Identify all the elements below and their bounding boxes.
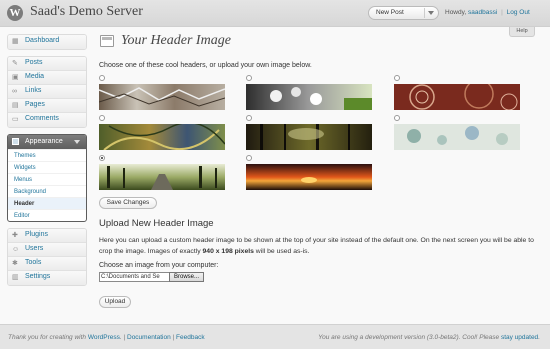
wordpress-logo-icon: W xyxy=(7,5,23,21)
wordpress-link[interactable]: WordPress xyxy=(88,334,120,341)
plug-icon: ✚ xyxy=(12,232,18,239)
footer-thanks: Thank you for creating with xyxy=(8,334,88,341)
wrench-icon: ✱ xyxy=(12,260,18,267)
header-image-fern[interactable] xyxy=(99,124,225,150)
menu-item-posts[interactable]: ✎ Posts xyxy=(8,57,86,71)
appearance-icon xyxy=(12,138,19,145)
page-icon: ▤ xyxy=(12,102,19,109)
user-separator: | xyxy=(501,9,503,16)
header-radio-fern[interactable] xyxy=(99,115,105,121)
menu-item-label: Appearance xyxy=(25,138,63,145)
header-image-berries[interactable] xyxy=(99,84,225,110)
header-page-icon xyxy=(100,35,114,47)
version-suffix: . xyxy=(538,334,540,341)
submenu-item-editor[interactable]: Editor xyxy=(8,209,86,221)
menu-group-settings: ✚ Plugins ☺ Users ✱ Tools ▥ Settings xyxy=(7,228,87,286)
footer-credits: Thank you for creating with WordPress. |… xyxy=(8,334,205,341)
submenu-item-header[interactable]: Header xyxy=(8,197,86,209)
footer-separator: . | xyxy=(119,334,127,341)
comment-icon: ▭ xyxy=(12,116,19,123)
menu-item-users[interactable]: ☺ Users xyxy=(8,243,86,257)
menu-item-plugins[interactable]: ✚ Plugins xyxy=(8,229,86,243)
header-image-sunset[interactable] xyxy=(246,164,372,190)
upload-button[interactable]: Upload xyxy=(99,296,131,308)
submenu-item-menus[interactable]: Menus xyxy=(8,173,86,185)
help-tab[interactable]: Help xyxy=(509,27,535,37)
menu-item-tools[interactable]: ✱ Tools xyxy=(8,257,86,271)
settings-icon: ▥ xyxy=(12,274,19,281)
pin-icon: ✎ xyxy=(12,60,18,67)
menu-item-links[interactable]: ∞ Links xyxy=(8,85,86,99)
submenu-item-themes[interactable]: Themes xyxy=(8,149,86,161)
menu-item-label: Tools xyxy=(25,259,42,266)
header-radio-cherryblossom[interactable] xyxy=(246,75,252,81)
menu-item-comments[interactable]: ▭ Comments xyxy=(8,113,86,127)
logout-link[interactable]: Log Out xyxy=(507,9,530,16)
favorites-label[interactable]: New Post xyxy=(376,9,404,16)
menu-item-label: Dashboard xyxy=(25,37,60,44)
dashboard-icon: ▦ xyxy=(12,38,19,45)
upload-description-end: will be used as-is. xyxy=(253,247,310,255)
header-radio-path[interactable] xyxy=(99,155,105,161)
footer: Thank you for creating with WordPress. |… xyxy=(0,324,550,349)
header-radio-concave[interactable] xyxy=(394,75,400,81)
upload-section-title: Upload New Header Image xyxy=(99,218,214,229)
menu-item-label: Comments xyxy=(25,115,59,122)
upload-description-text: Here you can upload a custom header imag… xyxy=(99,237,534,255)
header-radio-forestfloor[interactable] xyxy=(246,115,252,121)
menu-group-appearance: Appearance Themes Widgets Menus Backgrou… xyxy=(7,134,87,222)
header-image-concave[interactable] xyxy=(394,84,520,110)
header-image-inkwell[interactable] xyxy=(394,124,520,150)
documentation-link[interactable]: Documentation xyxy=(127,334,171,341)
header-radio-berries[interactable] xyxy=(99,75,105,81)
save-changes-button[interactable]: Save Changes xyxy=(99,197,157,209)
file-path-input[interactable]: C:\Documents and Se xyxy=(99,272,170,282)
link-icon: ∞ xyxy=(12,88,17,95)
submenu-item-widgets[interactable]: Widgets xyxy=(8,161,86,173)
header-radio-sunset[interactable] xyxy=(246,155,252,161)
chevron-down-icon[interactable] xyxy=(428,11,434,15)
menu-item-label: Pages xyxy=(25,101,45,108)
menu-item-pages[interactable]: ▤ Pages xyxy=(8,99,86,113)
favorites-divider xyxy=(424,8,425,18)
menu-item-label: Plugins xyxy=(25,231,48,238)
header-image-forestfloor[interactable] xyxy=(246,124,372,150)
file-input-label: Choose an image from your computer: xyxy=(99,262,219,269)
chevron-down-icon[interactable] xyxy=(74,140,80,144)
media-icon: ▣ xyxy=(12,74,19,81)
menu-group-content: ✎ Posts ▣ Media ∞ Links ▤ Pages ▭ Comments xyxy=(7,56,87,128)
username-link[interactable]: saadbassi xyxy=(468,9,497,16)
menu-item-label: Posts xyxy=(25,59,43,66)
user-info: Howdy, saadbassi | Log Out xyxy=(445,9,530,16)
stay-updated-link[interactable]: stay updated xyxy=(501,334,538,341)
upload-description: Here you can upload a custom header imag… xyxy=(99,236,541,257)
admin-header: W Saad's Demo Server New Post Howdy, saa… xyxy=(0,0,550,27)
intro-text: Choose one of these cool headers, or upl… xyxy=(99,62,312,69)
menu-item-settings[interactable]: ▥ Settings xyxy=(8,271,86,285)
page-title: Your Header Image xyxy=(121,33,231,48)
menu-item-label: Settings xyxy=(25,273,51,280)
menu-item-label: Media xyxy=(25,73,45,80)
header-radio-inkwell[interactable] xyxy=(394,115,400,121)
menu-item-appearance[interactable]: Appearance xyxy=(8,135,86,149)
footer-version: You are using a development version (3.0… xyxy=(318,334,540,341)
version-text: You are using a development version (3.0… xyxy=(318,334,501,341)
menu-item-dashboard[interactable]: ▦ Dashboard xyxy=(8,35,86,49)
favorites-dropdown[interactable]: New Post xyxy=(368,6,439,20)
menu-item-media[interactable]: ▣ Media xyxy=(8,71,86,85)
header-image-cherryblossom[interactable] xyxy=(246,84,372,110)
submenu-item-background[interactable]: Background xyxy=(8,185,86,197)
menu-item-label: Links xyxy=(25,87,42,94)
admin-menu: ▦ Dashboard ✎ Posts ▣ Media ∞ Links ▤ Pages ▭… xyxy=(7,34,87,286)
upload-dimensions: 940 x 198 pixels xyxy=(202,247,254,255)
menu-group-dashboard: ▦ Dashboard xyxy=(7,34,87,50)
users-icon: ☺ xyxy=(12,246,20,253)
menu-item-label: Users xyxy=(25,245,44,252)
feedback-link[interactable]: Feedback xyxy=(176,334,205,341)
site-title[interactable]: Saad's Demo Server xyxy=(30,4,143,20)
browse-button[interactable]: Browse... xyxy=(169,272,204,282)
header-image-path[interactable] xyxy=(99,164,225,190)
howdy-text: Howdy, xyxy=(445,9,467,16)
